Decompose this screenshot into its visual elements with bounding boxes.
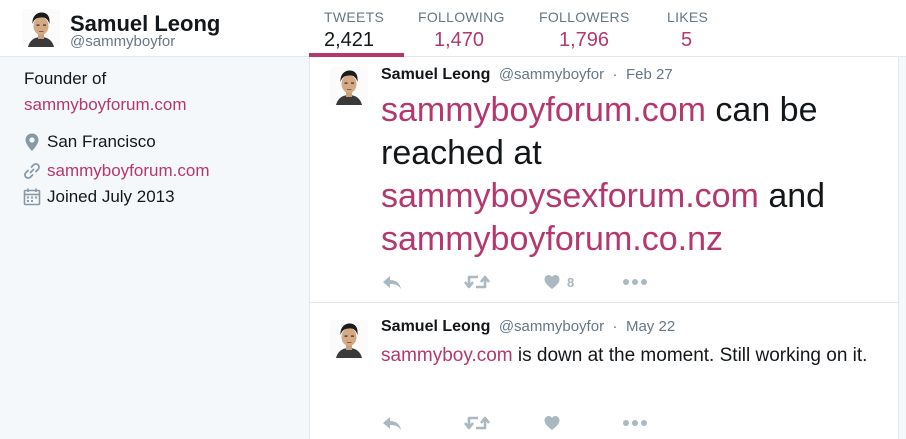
tweet-text: sammyboyforum.com can be reached at samm… bbox=[381, 89, 881, 261]
stat-likes[interactable]: LIKES 5 bbox=[667, 9, 708, 52]
stat-value: 1,470 bbox=[434, 29, 485, 51]
tweet-link[interactable]: sammyboyforum.com bbox=[381, 91, 706, 129]
stat-label: LIKES bbox=[667, 9, 709, 25]
more-icon bbox=[623, 279, 647, 285]
like-button[interactable] bbox=[543, 412, 567, 434]
profile-nav-bar: Samuel Leong @sammyboyfor TWEETS 2,421 F… bbox=[0, 0, 906, 57]
bio-text: Founder of bbox=[24, 69, 107, 88]
stat-value: 1,796 bbox=[559, 29, 610, 51]
tweet[interactable]: Samuel Leong @sammyboyfor · May 22 sammy… bbox=[310, 304, 898, 439]
tweet-author-name[interactable]: Samuel Leong bbox=[381, 318, 490, 335]
stat-followers[interactable]: FOLLOWERS 1,796 bbox=[539, 9, 630, 52]
tweet-text-segment: and bbox=[758, 177, 826, 215]
tweet-link[interactable]: sammyboy.com bbox=[381, 345, 513, 366]
tweet-text: sammyboy.com is down at the moment. Stil… bbox=[381, 342, 886, 370]
tweet-timestamp[interactable]: May 22 bbox=[626, 318, 675, 335]
retweet-button[interactable] bbox=[463, 412, 491, 434]
joined-text: Joined July 2013 bbox=[47, 187, 175, 206]
profile-handle[interactable]: @sammyboyfor bbox=[70, 33, 175, 50]
location-row: San Francisco bbox=[22, 131, 156, 153]
stat-label: FOLLOWING bbox=[418, 9, 505, 25]
stat-label: FOLLOWERS bbox=[539, 9, 630, 25]
more-button[interactable] bbox=[621, 271, 649, 293]
location-pin-icon bbox=[22, 132, 42, 152]
stat-following[interactable]: FOLLOWING 1,470 bbox=[418, 9, 505, 52]
tweet-author-handle[interactable]: @sammyboyfor bbox=[499, 66, 604, 83]
calendar-icon bbox=[22, 187, 42, 207]
tweet-timeline: Samuel Leong @sammyboyfor · Feb 27 sammy… bbox=[309, 57, 899, 439]
location-text: San Francisco bbox=[47, 132, 156, 151]
reply-icon bbox=[383, 276, 401, 289]
heart-icon bbox=[544, 416, 560, 430]
avatar[interactable] bbox=[330, 67, 368, 105]
bio-link[interactable]: sammyboyforum.com bbox=[24, 95, 186, 115]
separator-dot: · bbox=[612, 318, 618, 335]
tweet[interactable]: Samuel Leong @sammyboyfor · Feb 27 sammy… bbox=[310, 57, 898, 303]
tweet-text-segment: is down at the moment. Still working on … bbox=[512, 345, 868, 366]
retweet-button[interactable] bbox=[463, 271, 491, 293]
website-row: sammyboyforum.com bbox=[22, 160, 209, 182]
joined-row: Joined July 2013 bbox=[22, 186, 175, 208]
reply-icon bbox=[383, 417, 401, 430]
profile-sidebar: Founder of sammyboyforum.com San Francis… bbox=[0, 58, 300, 439]
avatar[interactable] bbox=[330, 320, 368, 358]
retweet-icon bbox=[463, 275, 491, 289]
avatar[interactable] bbox=[22, 9, 60, 47]
heart-icon bbox=[544, 275, 560, 289]
like-count: 8 bbox=[567, 274, 575, 290]
more-icon bbox=[623, 420, 647, 426]
like-button[interactable]: 8 bbox=[543, 271, 574, 293]
retweet-icon bbox=[463, 416, 491, 430]
tweet-header: Samuel Leong @sammyboyfor · Feb 27 bbox=[381, 66, 673, 84]
reply-button[interactable] bbox=[381, 412, 403, 434]
link-icon bbox=[22, 161, 42, 181]
separator-dot: · bbox=[612, 66, 618, 83]
tweet-link[interactable]: sammyboysexforum.com bbox=[381, 177, 759, 215]
tweet-author-handle[interactable]: @sammyboyfor bbox=[499, 318, 604, 335]
tweet-timestamp[interactable]: Feb 27 bbox=[626, 66, 673, 83]
more-button[interactable] bbox=[621, 412, 649, 434]
tweet-link[interactable]: sammyboyforum.co.nz bbox=[381, 220, 723, 258]
tweet-header: Samuel Leong @sammyboyfor · May 22 bbox=[381, 318, 675, 336]
website-link[interactable]: sammyboyforum.com bbox=[47, 161, 209, 181]
stat-label: TWEETS bbox=[324, 9, 385, 25]
reply-button[interactable] bbox=[381, 271, 403, 293]
stat-value: 5 bbox=[681, 29, 693, 51]
stat-value: 2,421 bbox=[324, 29, 375, 51]
tweet-author-name[interactable]: Samuel Leong bbox=[381, 66, 490, 83]
stat-tweets[interactable]: TWEETS 2,421 bbox=[324, 9, 384, 52]
